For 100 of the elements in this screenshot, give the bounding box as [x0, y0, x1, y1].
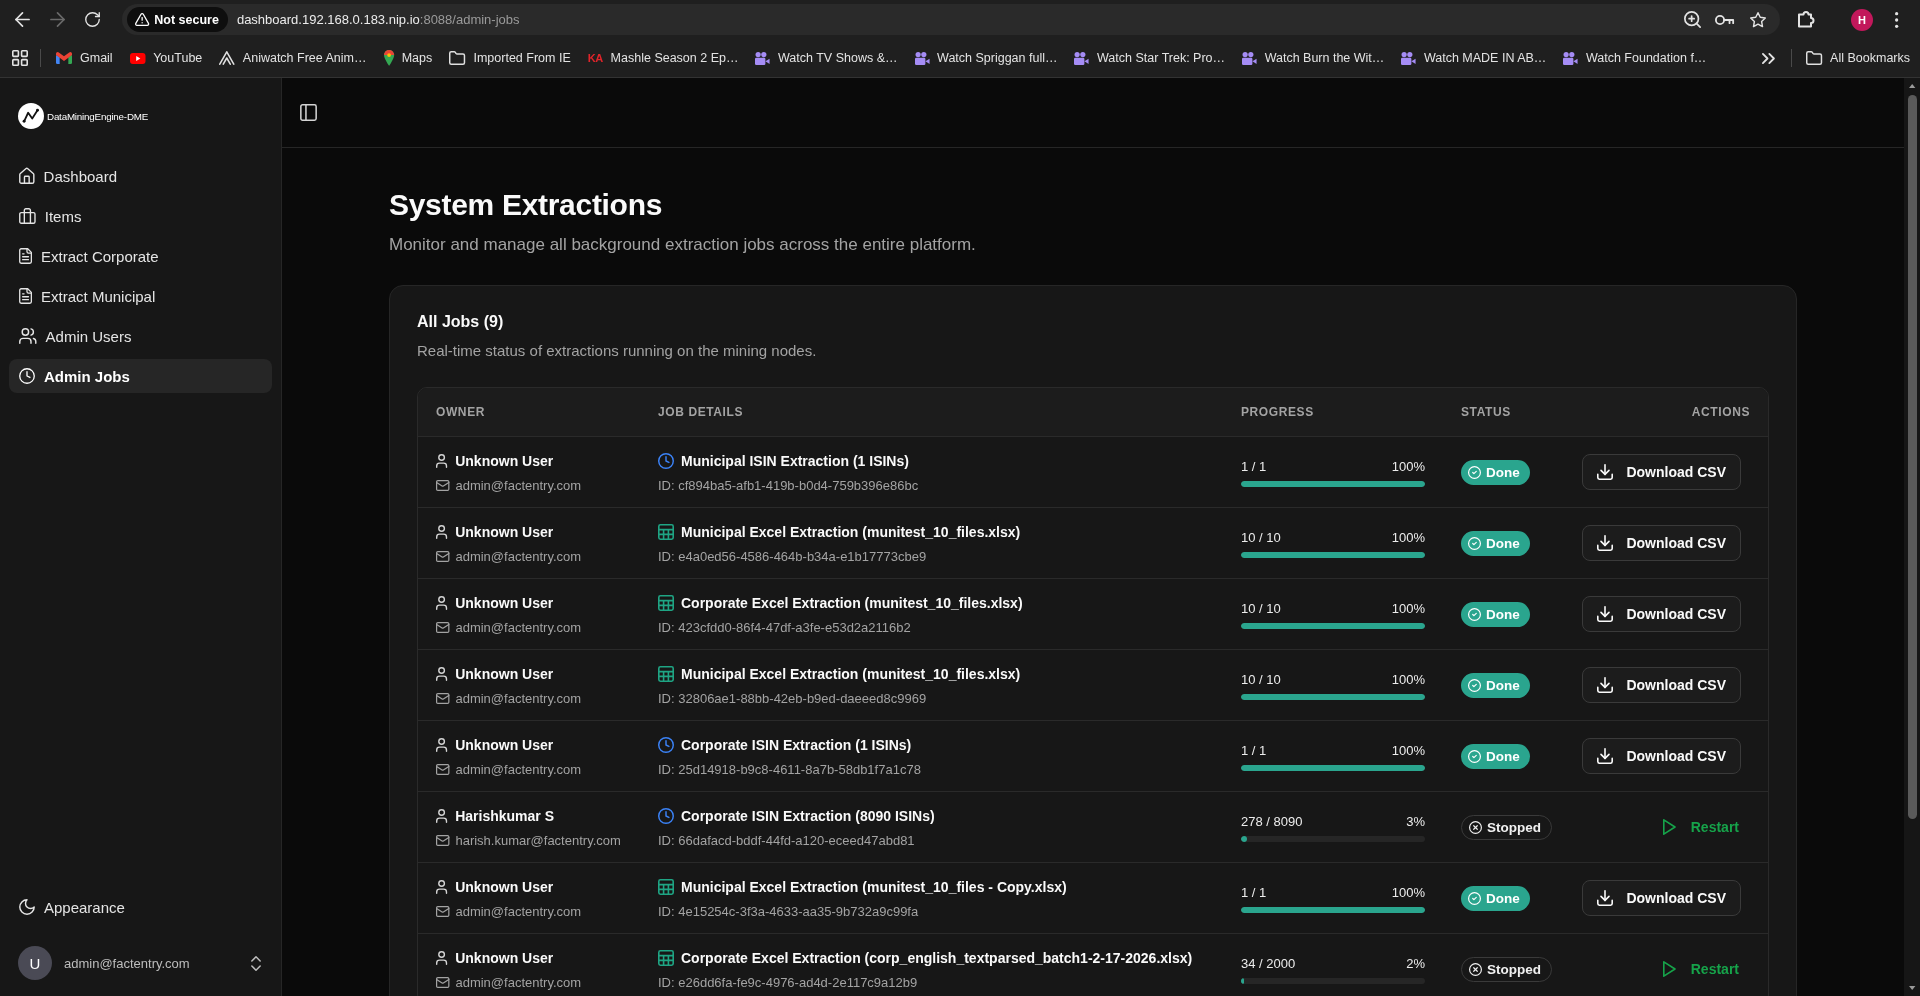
address-bar[interactable]: Not secure dashboard.192.168.0.183.nip.io:8088/admin-jobs [122, 4, 1780, 35]
bookmark[interactable]: Watch MADE IN AB… [1401, 46, 1547, 70]
x-circle-icon [1469, 820, 1482, 834]
column-header: ACTIONS [1690, 405, 1751, 419]
progress-count: 10 / 10 [1241, 600, 1281, 616]
user-icon [436, 738, 448, 752]
owner-email: admin@factentry.com [455, 690, 582, 706]
mail-icon [436, 905, 450, 917]
clock-icon [658, 737, 674, 753]
download-csv-button[interactable]: Download CSV [1582, 596, 1741, 632]
owner-email: admin@factentry.com [455, 619, 582, 635]
owner-name: Unknown User [455, 950, 554, 966]
column-header: PROGRESS [1240, 405, 1315, 419]
progress-percent: 2% [1406, 955, 1425, 971]
favicon-letters: KA [587, 51, 603, 65]
download-csv-button[interactable]: Download CSV [1582, 667, 1741, 703]
app-name: DataMiningEngine-DME [47, 110, 149, 122]
user-icon [436, 880, 448, 894]
warning-icon [135, 13, 150, 26]
mail-icon [436, 763, 450, 775]
owner-email: admin@factentry.com [455, 548, 582, 564]
bookmark[interactable]: Watch Spriggan full… [914, 46, 1058, 70]
bookmark[interactable]: Watch TV Shows &… [755, 46, 898, 70]
progress-count: 34 / 2000 [1241, 955, 1296, 971]
clock-icon [658, 808, 674, 824]
nav-item[interactable]: Admin Jobs [9, 359, 272, 393]
chevrons-up-down-icon[interactable] [251, 955, 261, 971]
download-csv-button[interactable]: Download CSV [1582, 454, 1741, 490]
bookmark[interactable]: YouTube [129, 46, 203, 70]
all-bookmarks[interactable]: All Bookmarks [1805, 46, 1910, 70]
bookmark[interactable]: KA Mashle Season 2 Ep… [587, 46, 739, 70]
download-icon [1597, 606, 1614, 622]
bookmark[interactable]: Watch Foundation f… [1563, 46, 1707, 70]
mail-icon [436, 621, 450, 633]
owner-name: Unknown User [455, 879, 554, 895]
url-text: dashboard.192.168.0.183.nip.io:8088/admin-jobs [236, 12, 520, 27]
download-icon [1597, 535, 1614, 551]
bookmark[interactable]: Imported From IE [449, 46, 571, 70]
owner-email: admin@factentry.com [455, 477, 582, 493]
mail-icon [436, 834, 450, 846]
download-icon [1597, 677, 1614, 693]
bookmark[interactable]: Maps [383, 46, 433, 70]
mail-icon [436, 479, 450, 491]
apps-grid-icon[interactable] [12, 50, 28, 66]
status-label: Done [1486, 464, 1520, 480]
puzzle-piece-icon[interactable] [1797, 11, 1815, 28]
more-menu-icon[interactable] [1895, 11, 1899, 28]
nav-item[interactable]: Extract Corporate [9, 239, 272, 273]
bookmark[interactable]: Watch Star Trek: Pro… [1074, 46, 1226, 70]
progress-percent: 100% [1391, 742, 1425, 758]
mail-logo-icon [56, 52, 72, 64]
profile-avatar[interactable]: H [1851, 8, 1873, 31]
mail-icon [436, 550, 450, 562]
status-label: Done [1486, 890, 1520, 906]
scrollbar-thumb[interactable] [1907, 95, 1917, 819]
job-id: ID: 66dafacd-bddf-44fd-a120-eceed47abd81 [658, 832, 915, 848]
key-icon[interactable] [1715, 14, 1735, 25]
owner-name: Unknown User [455, 595, 554, 611]
scroll-down-icon[interactable] [1908, 986, 1916, 990]
map-pin-icon [383, 50, 394, 66]
job-id: ID: e26dd6fa-fe9c-4976-ad4d-2e117c9a12b9 [658, 974, 918, 990]
mail-icon [436, 976, 450, 988]
bookmark[interactable]: Aniwatch Free Anim… [219, 46, 367, 70]
document-icon [19, 288, 33, 304]
nav-item[interactable]: Admin Users [9, 319, 272, 353]
reload-icon[interactable] [84, 12, 100, 27]
x-circle-icon [1469, 962, 1482, 976]
job-id: ID: 25d14918-b9c8-4611-8a7b-58db1f7a1c78 [658, 761, 921, 777]
job-title: Municipal Excel Extraction (munitest_10_files.xlsx) [681, 524, 1021, 540]
nav-item[interactable]: Extract Municipal [9, 279, 272, 313]
restart-button[interactable]: Restart [1660, 809, 1741, 845]
star-icon[interactable] [1750, 11, 1766, 28]
restart-button[interactable]: Restart [1660, 951, 1741, 987]
home-icon [19, 168, 35, 184]
bookmark[interactable]: Watch Burn the Wit… [1242, 46, 1385, 70]
progress-count: 278 / 8090 [1241, 813, 1303, 829]
spreadsheet-icon [658, 879, 674, 895]
bookmark[interactable]: Gmail [56, 46, 113, 70]
download-csv-button[interactable]: Download CSV [1582, 880, 1741, 916]
job-id: ID: 4e15254c-3f3a-4633-aa35-9b732a9c99fa [658, 903, 919, 919]
download-csv-button[interactable]: Download CSV [1582, 525, 1741, 561]
appearance-item[interactable]: Appearance [9, 890, 272, 924]
progress-count: 10 / 10 [1241, 671, 1281, 687]
download-csv-button[interactable]: Download CSV [1582, 738, 1741, 774]
job-id: ID: 423cfdd0-86f4-47df-a3fe-e53d2a2116b2 [658, 619, 911, 635]
document-icon [19, 248, 33, 264]
play-logo-icon [129, 52, 146, 64]
nav-item[interactable]: Dashboard [9, 159, 272, 193]
user-icon [436, 809, 448, 823]
moon-icon [19, 899, 35, 915]
owner-name: Unknown User [455, 666, 554, 682]
sidebar-toggle-icon[interactable] [300, 104, 317, 121]
zoom-in-icon[interactable] [1683, 11, 1701, 28]
page-subtitle: Monitor and manage all background extraction jobs across the entire platform. [389, 234, 976, 256]
scroll-up-icon[interactable] [1908, 84, 1916, 88]
nav-item[interactable]: Items [9, 199, 272, 233]
user-icon [436, 525, 448, 539]
security-chip[interactable]: Not secure [127, 7, 228, 32]
double-chevron-icon[interactable] [1762, 52, 1775, 64]
card-title: All Jobs (9) [417, 312, 504, 332]
